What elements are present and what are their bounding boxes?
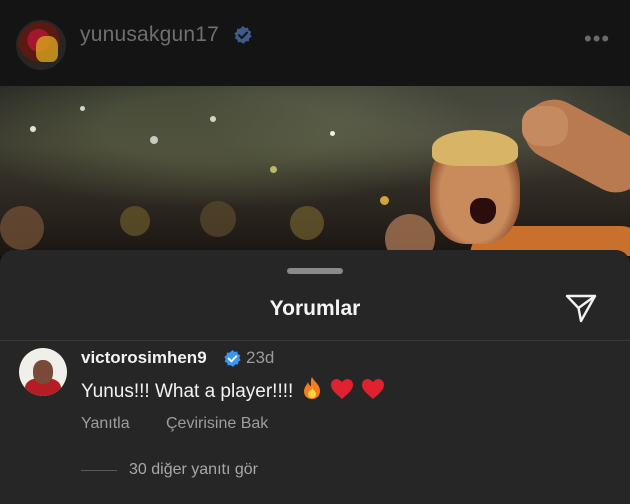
post-header: yunusakgun17 ••• [0, 0, 630, 86]
comment-body: Yunus!!! What a player!!!! [81, 381, 294, 402]
see-translation-button[interactable]: Çevirisine Bak [166, 415, 268, 433]
post-photo [0, 86, 630, 256]
more-options-icon[interactable]: ••• [584, 28, 610, 53]
post-author-username[interactable]: yunusakgun17 [80, 23, 219, 47]
sheet-title: Yorumlar [269, 297, 361, 320]
send-icon[interactable] [563, 290, 599, 326]
commenter-username[interactable]: victorosimhen9 [81, 348, 207, 368]
verified-badge-icon [234, 26, 252, 44]
red-heart-icon [330, 379, 353, 399]
post-author-avatar[interactable] [16, 20, 66, 70]
commenter-avatar[interactable] [19, 348, 67, 396]
sheet-divider [0, 340, 630, 341]
comment-text: Yunus!!! What a player!!!! [81, 376, 385, 403]
view-replies-button[interactable]: 30 diğer yanıtı gör [129, 461, 258, 479]
verified-badge-icon [224, 349, 241, 367]
replies-divider-line [81, 470, 117, 471]
reply-button[interactable]: Yanıtla [81, 415, 130, 433]
comments-sheet: Yorumlar victorosimhen9 23d Yunus!!! Wha… [0, 250, 630, 504]
comment-timestamp: 23d [246, 348, 275, 367]
sheet-drag-handle[interactable] [287, 268, 343, 274]
red-heart-icon [362, 379, 385, 399]
fire-icon [303, 377, 320, 399]
